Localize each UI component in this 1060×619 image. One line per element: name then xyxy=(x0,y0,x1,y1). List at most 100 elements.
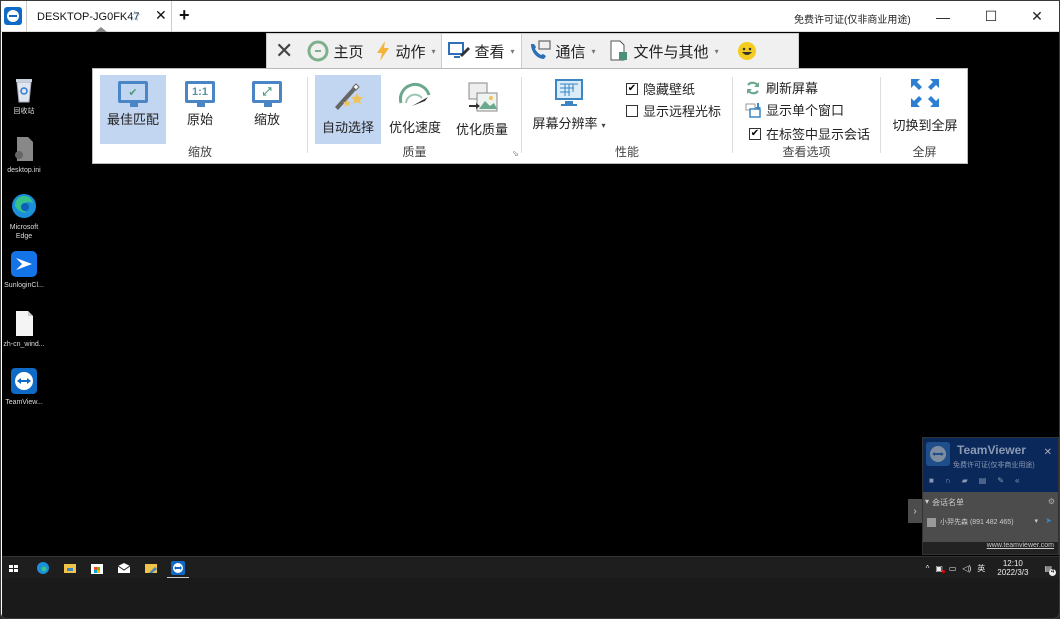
single-window-icon xyxy=(745,102,761,118)
menu-actions[interactable]: 动作 ▾ xyxy=(369,34,441,68)
user-icon xyxy=(927,517,936,527)
session-list-header[interactable]: ▾ 会话名单 xyxy=(925,497,964,508)
fullscreen-icon xyxy=(911,79,939,107)
optimize-speed-button[interactable]: 优化速度 xyxy=(382,75,448,144)
folder-icon[interactable] xyxy=(144,561,158,575)
session-tab[interactable]: DESKTOP-JG0FK47 ☆ ✕ xyxy=(26,1,172,32)
menu-actions-label: 动作 xyxy=(395,43,426,61)
sunlogin-icon xyxy=(11,251,37,277)
view-ribbon: ✔ 最佳匹配 1:1 原始 ⤢ 缩放 缩放 自动选择 优化速度 优化质量 质量 … xyxy=(92,68,968,164)
close-session-button[interactable]: ✕ xyxy=(267,34,301,68)
show-single-window-label: 显示单个窗口 xyxy=(766,103,845,118)
session-entry[interactable]: 小羿先森 (891 482 465) xyxy=(927,517,1014,527)
tray-overflow-button[interactable]: ^ xyxy=(926,564,930,573)
license-text: 免费许可证(仅非商业用途) xyxy=(794,15,911,26)
desktop-icon-desktop-ini[interactable]: desktop.ini xyxy=(2,135,46,175)
app-tray-icon[interactable]: ▣ xyxy=(935,564,945,573)
desktop-icon-label: zh-cn_wind... xyxy=(3,341,45,348)
desktop-icon-edge[interactable]: Microsoft Edge xyxy=(2,192,46,241)
home-icon xyxy=(307,40,329,62)
optimize-quality-label: 优化质量 xyxy=(455,122,508,137)
show-remote-cursor-checkbox[interactable]: 显示远程光标 xyxy=(626,101,721,120)
scaled-button[interactable]: ⤢ 缩放 xyxy=(234,75,300,144)
optimize-quality-button[interactable]: 优化质量 xyxy=(449,75,515,144)
menu-view[interactable]: 查看 ▾ xyxy=(441,34,522,68)
checkbox-checked-icon: ✔ xyxy=(626,82,638,95)
feedback-button[interactable] xyxy=(725,34,769,68)
checkbox-checked-icon: ✔ xyxy=(749,127,761,140)
panel-expand-button[interactable]: › xyxy=(908,499,922,523)
mail-icon[interactable] xyxy=(117,561,131,575)
file-explorer-icon[interactable] xyxy=(63,561,77,575)
group-title-fullscreen: 全屏 xyxy=(912,145,937,159)
maximize-button[interactable]: ☐ xyxy=(967,1,1015,32)
ime-indicator[interactable]: 英 xyxy=(977,563,985,574)
desktop-icon-recycle-bin[interactable]: 回收站 xyxy=(2,76,46,116)
menu-communicate[interactable]: 通信 ▾ xyxy=(522,34,602,68)
chat-icon[interactable]: ▰ xyxy=(962,476,968,485)
tool-icon[interactable]: ✎ xyxy=(997,476,1004,485)
show-session-in-tab-label: 在标签中显示会话 xyxy=(766,127,871,142)
toggle-fullscreen-button[interactable]: 切换到全屏 xyxy=(885,77,965,134)
view-icon xyxy=(448,42,471,58)
cursor-icon[interactable]: ➤ xyxy=(1045,516,1052,525)
chevron-down-icon[interactable]: ▾ xyxy=(1034,517,1038,525)
group-title-view-options: 查看选项 xyxy=(782,145,831,159)
start-icon[interactable] xyxy=(9,561,19,575)
close-tab-icon[interactable]: ✕ xyxy=(155,7,167,24)
group-view-options: 刷新屏幕 显示单个窗口 ✔ 在标签中显示会话 查看选项 xyxy=(733,69,880,163)
desktop-icon-zh-cn-windows[interactable]: zh-cn_wind... xyxy=(2,309,46,349)
menu-communicate-label: 通信 xyxy=(555,43,586,61)
gear-icon[interactable]: ⚙ xyxy=(1048,497,1055,506)
group-fullscreen: 切换到全屏 全屏 xyxy=(881,69,968,163)
menu-files-extras[interactable]: 文件与其他 ▾ xyxy=(602,34,725,68)
menu-home[interactable]: 主页 xyxy=(301,34,369,68)
files-icon[interactable]: ▤ xyxy=(979,476,987,485)
clock[interactable]: 12:10 2022/3/3 xyxy=(997,559,1028,577)
group-scaling: ✔ 最佳匹配 1:1 原始 ⤢ 缩放 缩放 xyxy=(93,69,307,163)
store-icon[interactable] xyxy=(90,561,104,575)
best-fit-button[interactable]: ✔ 最佳匹配 xyxy=(100,75,166,144)
speedometer-icon xyxy=(398,82,431,106)
hide-wallpaper-checkbox[interactable]: ✔ 隐藏壁纸 xyxy=(626,79,695,98)
refresh-icon xyxy=(747,81,759,94)
menu-home-label: 主页 xyxy=(333,43,364,61)
close-window-button[interactable]: ✕ xyxy=(1013,1,1059,32)
headset-icon[interactable]: ∩ xyxy=(945,476,951,485)
magic-wand-icon xyxy=(335,83,363,110)
teamviewer-taskbar-icon[interactable] xyxy=(171,561,185,575)
desktop-icon-sunlogin[interactable]: SunloginCl... xyxy=(2,250,46,290)
show-single-window-button[interactable]: 显示单个窗口 xyxy=(745,100,844,119)
refresh-screen-button[interactable]: 刷新屏幕 xyxy=(745,78,818,97)
collapse-icon[interactable]: « xyxy=(1015,476,1019,485)
chevron-down-icon: ▾ xyxy=(714,46,719,56)
new-tab-button[interactable]: + xyxy=(179,5,190,26)
notification-count: 4 xyxy=(1049,568,1056,576)
panel-brand: TeamViewer xyxy=(957,443,1026,457)
volume-icon[interactable]: ◁) xyxy=(962,564,971,573)
system-tray: ^ ▣ ▭ ◁) 英 12:10 2022/3/3 ▤ 4 xyxy=(926,558,1056,578)
teamviewer-link[interactable]: www.teamviewer.com xyxy=(923,542,1058,554)
teamviewer-session-panel: TeamViewer 免费许可证(仅非商业用途) ✕ ■ ∩ ▰ ▤ ✎ « ▾… xyxy=(922,437,1059,555)
menu-files-extras-label: 文件与其他 xyxy=(633,43,709,61)
desktop-icon-teamviewer[interactable]: TeamView... xyxy=(2,367,46,407)
video-icon[interactable]: ■ xyxy=(929,476,934,485)
notification-center-icon[interactable]: ▤ 4 xyxy=(1044,564,1056,576)
screen-resolution-button[interactable]: 屏幕分辨率 ▾ xyxy=(526,77,612,137)
network-icon[interactable]: ▭ xyxy=(949,564,957,573)
minimize-button[interactable]: — xyxy=(919,1,967,32)
original-size-button[interactable]: 1:1 原始 xyxy=(167,75,233,144)
menu-view-label: 查看 xyxy=(474,43,505,61)
best-fit-label: 最佳匹配 xyxy=(106,112,159,127)
title-bar: DESKTOP-JG0FK47 ☆ ✕ + 免费许可证(仅非商业用途) — ☐ … xyxy=(1,1,1059,32)
monitor-scale-icon: ⤢ xyxy=(252,81,282,107)
desktop-icon-label: Microsoft Edge xyxy=(9,224,39,240)
show-session-in-tab-checkbox[interactable]: ✔ 在标签中显示会话 xyxy=(749,124,870,143)
auto-select-button[interactable]: 自动选择 xyxy=(315,75,381,144)
refresh-screen-label: 刷新屏幕 xyxy=(766,81,819,96)
panel-close-button[interactable]: ✕ xyxy=(1044,447,1052,458)
dialog-launcher-icon[interactable]: ⬂ xyxy=(512,149,519,158)
star-icon[interactable]: ☆ xyxy=(128,7,141,25)
edge-icon[interactable] xyxy=(36,561,50,575)
show-remote-cursor-label: 显示远程光标 xyxy=(643,104,722,119)
